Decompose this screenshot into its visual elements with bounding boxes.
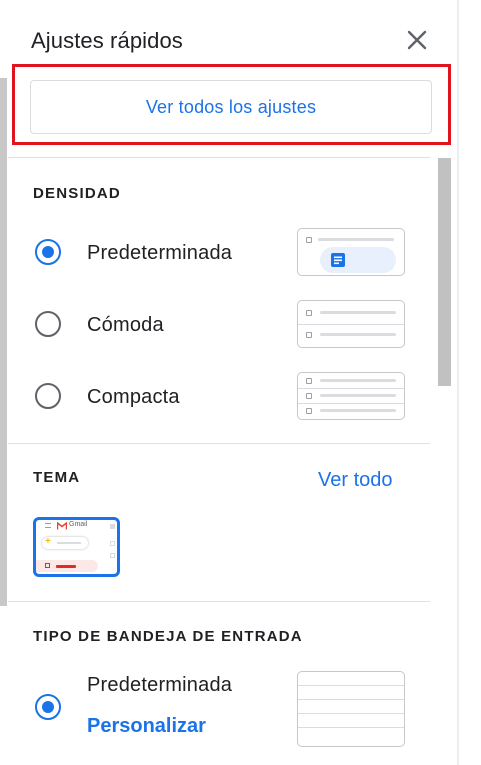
inbox-type-preview xyxy=(297,671,405,747)
section-divider xyxy=(8,157,430,158)
close-button[interactable] xyxy=(402,25,432,55)
chip-preview xyxy=(320,247,396,273)
see-all-settings-button[interactable]: Ver todos los ajustes xyxy=(30,80,432,134)
density-default-preview xyxy=(297,228,405,276)
section-divider xyxy=(8,443,430,444)
density-compact-preview xyxy=(297,372,405,420)
panel-title: Ajustes rápidos xyxy=(31,28,183,53)
gmail-logo-icon xyxy=(57,522,67,530)
close-icon xyxy=(407,30,427,50)
density-label: DENSIDAD xyxy=(33,185,121,202)
background-page-edge xyxy=(0,78,7,606)
page-edge-rule xyxy=(458,0,459,765)
inbox-row-preview xyxy=(36,560,98,572)
radio-button[interactable] xyxy=(35,694,61,720)
plus-icon: + xyxy=(45,536,51,547)
customize-link[interactable]: Personalizar xyxy=(87,715,206,738)
section-divider xyxy=(8,601,430,602)
compose-button-preview: + xyxy=(42,536,88,549)
radio-button[interactable] xyxy=(35,239,61,265)
menu-icon xyxy=(45,523,51,528)
inbox-type-option-label: Predeterminada xyxy=(87,674,233,696)
radio-button[interactable] xyxy=(35,311,61,337)
density-option-label: Cómoda xyxy=(87,314,164,336)
theme-label: TEMA xyxy=(33,469,81,486)
density-option-label: Compacta xyxy=(87,386,180,408)
density-comfortable-preview xyxy=(297,300,405,348)
document-icon xyxy=(331,253,345,267)
scrollbar-thumb[interactable] xyxy=(438,158,451,386)
theme-view-all-link[interactable]: Ver todo xyxy=(318,469,393,492)
gmail-wordmark: Gmail xyxy=(69,521,88,528)
theme-thumbnail[interactable]: Gmail + xyxy=(33,517,120,577)
inbox-type-label: TIPO DE BANDEJA DE ENTRADA xyxy=(33,628,303,645)
density-option-label: Predeterminada xyxy=(87,242,233,264)
radio-button[interactable] xyxy=(35,383,61,409)
quick-settings-panel: Ajustes rápidos Ver todos los ajustes DE… xyxy=(8,0,458,765)
